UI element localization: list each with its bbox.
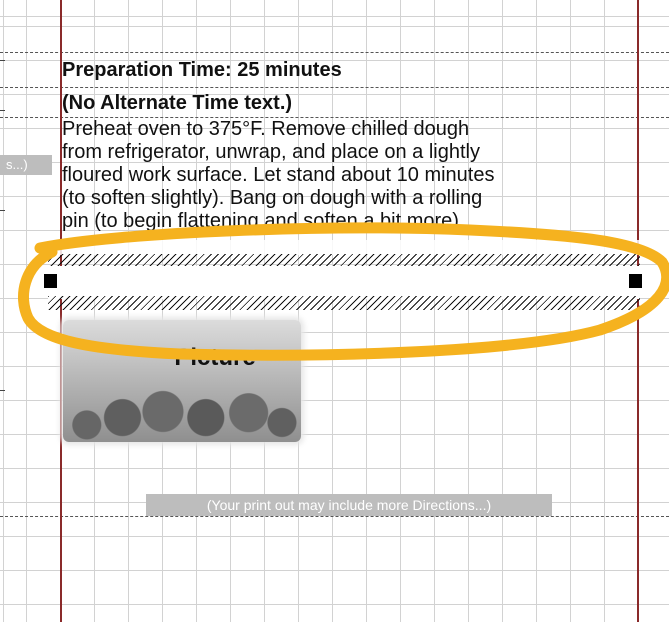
highlight-annotation — [17, 222, 669, 361]
layout-canvas: s...) Preparation Time: 25 minutes (No A… — [0, 0, 669, 622]
highlight-ellipse — [17, 222, 669, 361]
